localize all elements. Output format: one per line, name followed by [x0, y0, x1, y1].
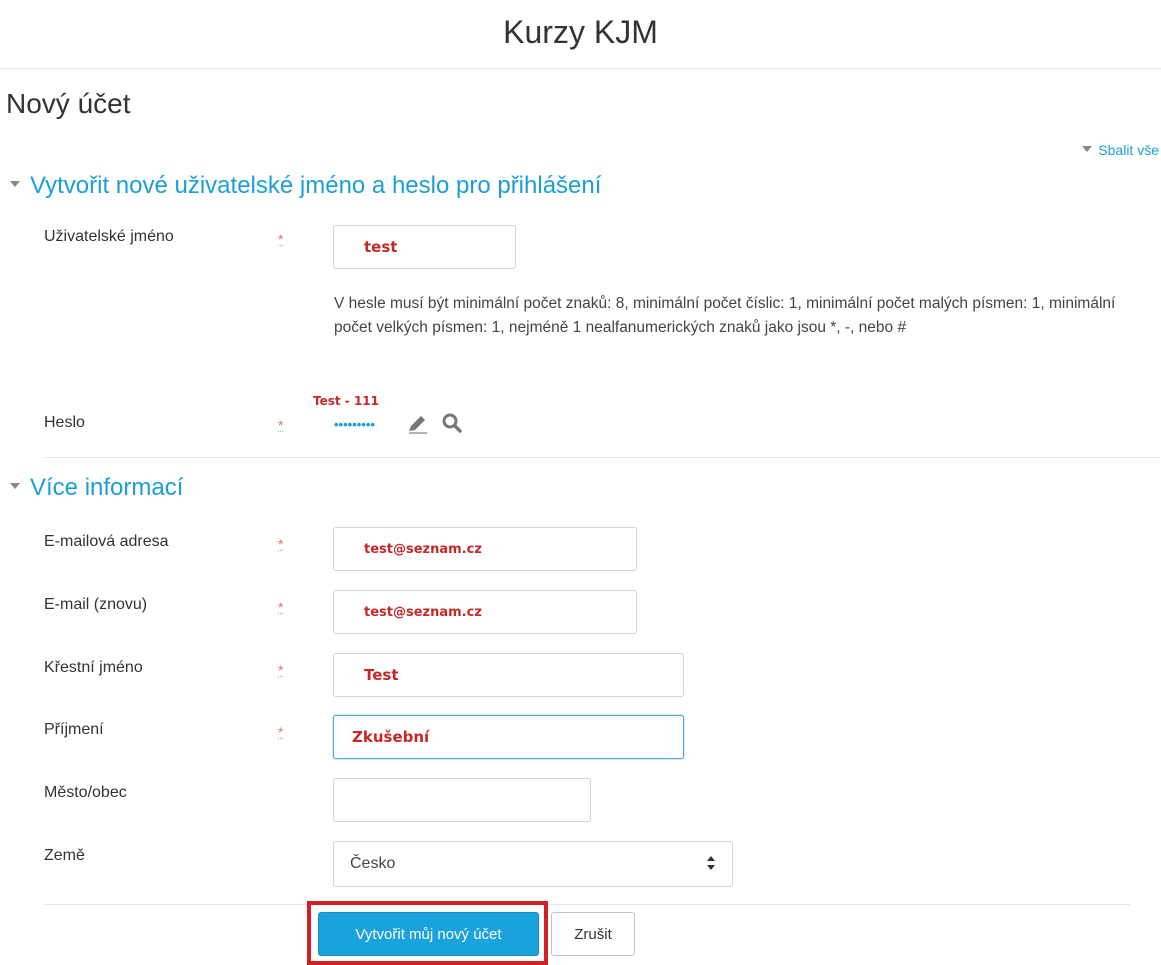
required-icon: * — [278, 724, 284, 740]
section-login-header[interactable]: Vytvořit nové uživatelské jméno a heslo … — [10, 172, 601, 200]
cancel-button[interactable]: Zrušit — [551, 912, 635, 956]
pencil-icon[interactable] — [406, 412, 430, 439]
username-label: Uživatelské jméno — [44, 228, 174, 245]
city-input[interactable] — [333, 778, 591, 822]
password-label: Heslo — [44, 414, 85, 431]
lastname-input[interactable]: Zkušební — [333, 715, 684, 759]
country-selected-value: Česko — [350, 855, 396, 872]
email-again-input[interactable]: test@seznam.cz — [333, 590, 637, 634]
firstname-label: Křestní jméno — [44, 659, 143, 676]
section-login-title: Vytvořit nové uživatelské jméno a heslo … — [30, 172, 602, 199]
search-icon[interactable] — [441, 412, 463, 439]
create-account-button[interactable]: Vytvořit můj nový účet — [318, 912, 539, 956]
country-select[interactable]: Česko — [333, 841, 733, 887]
required-icon: * — [278, 417, 284, 433]
required-icon: * — [278, 599, 284, 615]
form-footer-divider — [44, 904, 1130, 905]
caret-down-icon — [10, 482, 20, 489]
password-masked-value[interactable]: ••••••••• — [334, 417, 375, 432]
email-again-label: E-mail (znovu) — [44, 596, 148, 613]
password-policy-text: V hesle musí být minimální počet znaků: … — [334, 295, 1116, 336]
header-divider — [0, 68, 1161, 69]
select-arrows-icon — [706, 855, 716, 876]
required-icon: * — [278, 536, 284, 552]
firstname-input[interactable]: Test — [333, 653, 684, 697]
caret-down-icon — [1082, 146, 1093, 153]
collapse-all-link[interactable]: Sbalit vše — [1082, 142, 1159, 158]
country-label: Země — [44, 847, 85, 864]
email-input[interactable]: test@seznam.cz — [333, 527, 637, 571]
required-icon: * — [278, 662, 284, 678]
required-icon: * — [278, 231, 284, 247]
password-revealed-text: Test - 111 — [313, 394, 379, 408]
lastname-label: Příjmení — [44, 721, 104, 738]
caret-down-icon — [10, 180, 20, 187]
section-more-title: Více informací — [30, 474, 184, 501]
email-label: E-mailová adresa — [44, 533, 169, 550]
collapse-all-label: Sbalit vše — [1098, 142, 1159, 158]
page-title: Nový účet — [6, 88, 131, 119]
site-title: Kurzy KJM — [503, 14, 658, 50]
city-label: Město/obec — [44, 784, 127, 801]
section-more-header[interactable]: Více informací — [10, 474, 183, 502]
section-divider — [44, 457, 1160, 458]
signup-page: Kurzy KJM Nový účet Sbalit vše Vytvořit … — [0, 0, 1161, 965]
username-input[interactable]: test — [333, 225, 516, 269]
